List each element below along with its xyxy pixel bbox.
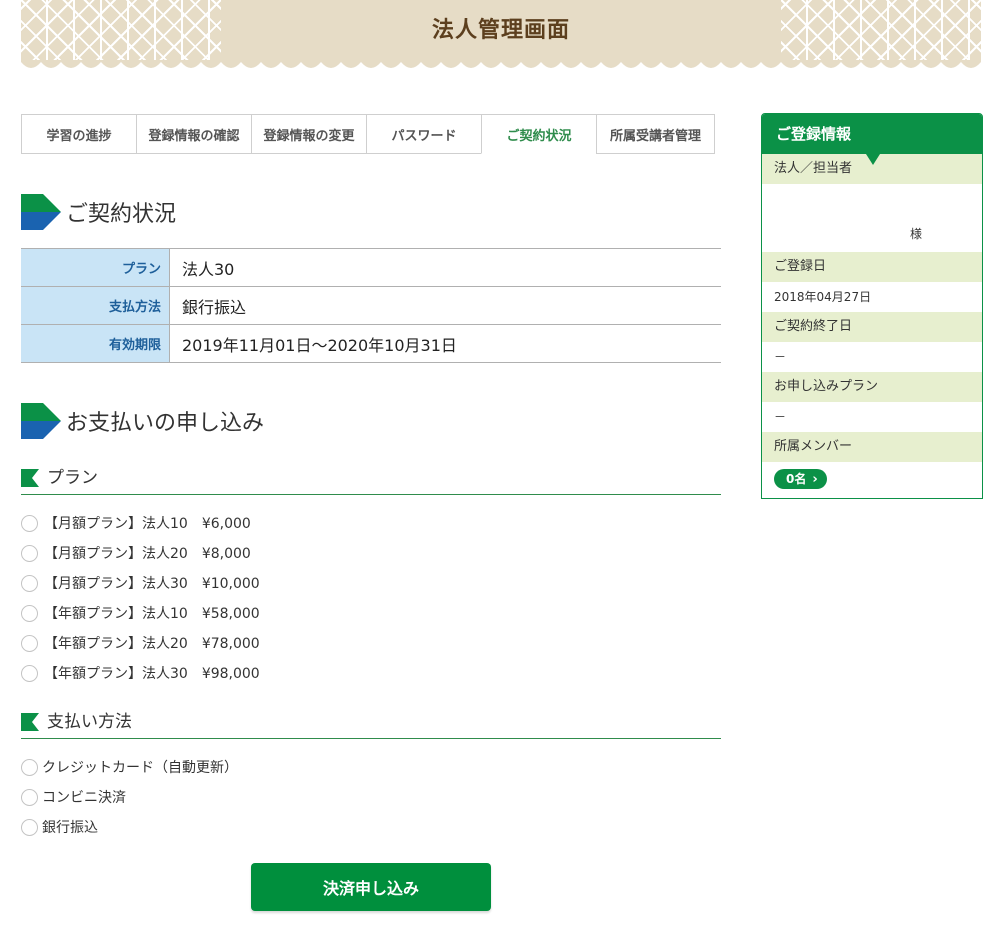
radio-button[interactable] xyxy=(21,664,38,682)
plan-subheading: プラン xyxy=(21,466,721,495)
radio-button[interactable] xyxy=(21,758,38,776)
subheading-flag-icon xyxy=(21,713,39,731)
table-row: プラン 法人30 xyxy=(21,248,721,287)
method-subheading-title: 支払い方法 xyxy=(47,712,132,732)
tab-registration-change[interactable]: 登録情報の変更 xyxy=(251,114,366,154)
registered-date-label: ご登録日 xyxy=(762,252,982,282)
members-value: 0名 › xyxy=(762,462,982,496)
registered-date-value: 2018年04月27日 xyxy=(774,290,872,304)
contract-section-title: ご契約状況 xyxy=(66,202,177,227)
member-count-text: 0名 xyxy=(786,472,807,486)
applied-plan-value: － xyxy=(774,410,787,424)
registration-info-title: ご登録情報 xyxy=(762,114,982,154)
plan-option-label: 【月額プラン】法人30 ¥10,000 xyxy=(44,576,260,592)
table-row: 支払方法 銀行振込 xyxy=(21,286,721,325)
contract-payment-label: 支払方法 xyxy=(21,286,170,325)
plan-option[interactable]: 【年額プラン】法人10 ¥58,000 xyxy=(21,598,721,628)
radio-button[interactable] xyxy=(21,544,38,562)
radio-button[interactable] xyxy=(21,634,38,652)
tab-learning-progress[interactable]: 学習の進捗 xyxy=(21,114,136,154)
members-label: 所属メンバー xyxy=(762,432,982,462)
payment-section-title: お支払いの申し込み xyxy=(66,411,265,436)
plan-option[interactable]: 【月額プラン】法人30 ¥10,000 xyxy=(21,568,721,598)
header-pattern-left xyxy=(21,0,221,62)
radio-button[interactable] xyxy=(21,818,38,836)
contract-end-value: － xyxy=(774,350,787,364)
contract-plan-label: プラン xyxy=(21,248,170,287)
tab-contract-status[interactable]: ご契約状況 xyxy=(481,114,596,154)
tab-registration-confirm[interactable]: 登録情報の確認 xyxy=(136,114,251,154)
method-option-label: 銀行振込 xyxy=(42,820,98,836)
contract-table: プラン 法人30 支払方法 銀行振込 有効期限 2019年11月01日～2020… xyxy=(21,248,721,363)
chevron-right-icon: › xyxy=(812,471,818,487)
section-flag-icon xyxy=(21,194,61,230)
registration-info-panel: ご登録情報 法人／担当者 様 ご登録日 2018年04月27日 ご契約終了日 －… xyxy=(761,113,983,499)
plan-option-label: 【年額プラン】法人20 ¥78,000 xyxy=(44,636,260,652)
section-flag-icon xyxy=(21,403,61,439)
honorific-suffix: 様 xyxy=(909,227,922,241)
header-pattern-right xyxy=(781,0,981,62)
pointer-triangle-icon xyxy=(866,154,880,165)
plan-option[interactable]: 【年額プラン】法人20 ¥78,000 xyxy=(21,628,721,658)
contract-period-value: 2019年11月01日～2020年10月31日 xyxy=(169,324,721,363)
plan-option[interactable]: 【月額プラン】法人10 ¥6,000 xyxy=(21,508,721,538)
contract-payment-value: 銀行振込 xyxy=(169,286,721,325)
plan-option-label: 【月額プラン】法人20 ¥8,000 xyxy=(44,546,251,562)
payment-section-heading: お支払いの申し込み xyxy=(21,403,264,439)
tab-bar: 学習の進捗 登録情報の確認 登録情報の変更 パスワード ご契約状況 所属受講者管… xyxy=(21,114,721,154)
applied-plan-label: お申し込みプラン xyxy=(762,372,982,402)
method-option[interactable]: コンビニ決済 xyxy=(21,782,721,812)
plan-subheading-title: プラン xyxy=(47,468,98,488)
plan-radio-list: 【月額プラン】法人10 ¥6,000 【月額プラン】法人20 ¥8,000 【月… xyxy=(21,508,721,688)
person-value: 様 xyxy=(762,184,982,252)
radio-button[interactable] xyxy=(21,788,38,806)
method-option-label: クレジットカード（自動更新） xyxy=(42,760,238,776)
plan-option-label: 【年額プラン】法人10 ¥58,000 xyxy=(44,606,260,622)
plan-option-label: 【月額プラン】法人10 ¥6,000 xyxy=(44,516,251,532)
plan-option-label: 【年額プラン】法人30 ¥98,000 xyxy=(44,666,260,682)
radio-button[interactable] xyxy=(21,514,38,532)
method-option-label: コンビニ決済 xyxy=(42,790,126,806)
contract-plan-value: 法人30 xyxy=(169,248,721,287)
subheading-flag-icon xyxy=(21,469,39,487)
method-radio-list: クレジットカード（自動更新） コンビニ決済 銀行振込 xyxy=(21,752,721,842)
method-subheading: 支払い方法 xyxy=(21,710,721,739)
radio-button[interactable] xyxy=(21,574,38,592)
contract-section-heading: ご契約状況 xyxy=(21,194,176,230)
submit-payment-button[interactable]: 決済申し込み xyxy=(251,863,491,911)
method-option[interactable]: クレジットカード（自動更新） xyxy=(21,752,721,782)
tab-password[interactable]: パスワード xyxy=(366,114,481,154)
table-row: 有効期限 2019年11月01日～2020年10月31日 xyxy=(21,324,721,363)
member-count-button[interactable]: 0名 › xyxy=(774,469,827,489)
page-title: 法人管理画面 xyxy=(431,18,570,43)
page-header: 法人管理画面 xyxy=(21,0,981,74)
plan-option[interactable]: 【年額プラン】法人30 ¥98,000 xyxy=(21,658,721,688)
header-wave-edge xyxy=(21,60,981,74)
contract-period-label: 有効期限 xyxy=(21,324,170,363)
plan-option[interactable]: 【月額プラン】法人20 ¥8,000 xyxy=(21,538,721,568)
method-option[interactable]: 銀行振込 xyxy=(21,812,721,842)
tab-member-management[interactable]: 所属受講者管理 xyxy=(596,114,715,154)
contract-end-label: ご契約終了日 xyxy=(762,312,982,342)
radio-button[interactable] xyxy=(21,604,38,622)
